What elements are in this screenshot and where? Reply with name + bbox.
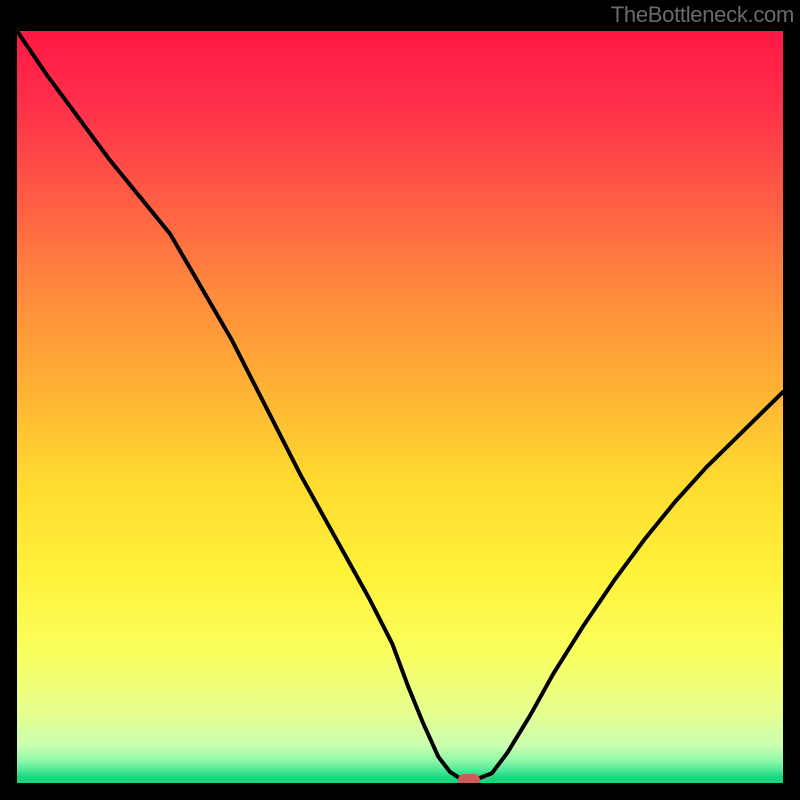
chart-container: TheBottleneck.com [0, 0, 800, 800]
optimum-marker [458, 774, 480, 786]
watermark: TheBottleneck.com [611, 2, 794, 28]
bottleneck-curve-plot [13, 27, 787, 787]
gradient-background [13, 27, 787, 787]
